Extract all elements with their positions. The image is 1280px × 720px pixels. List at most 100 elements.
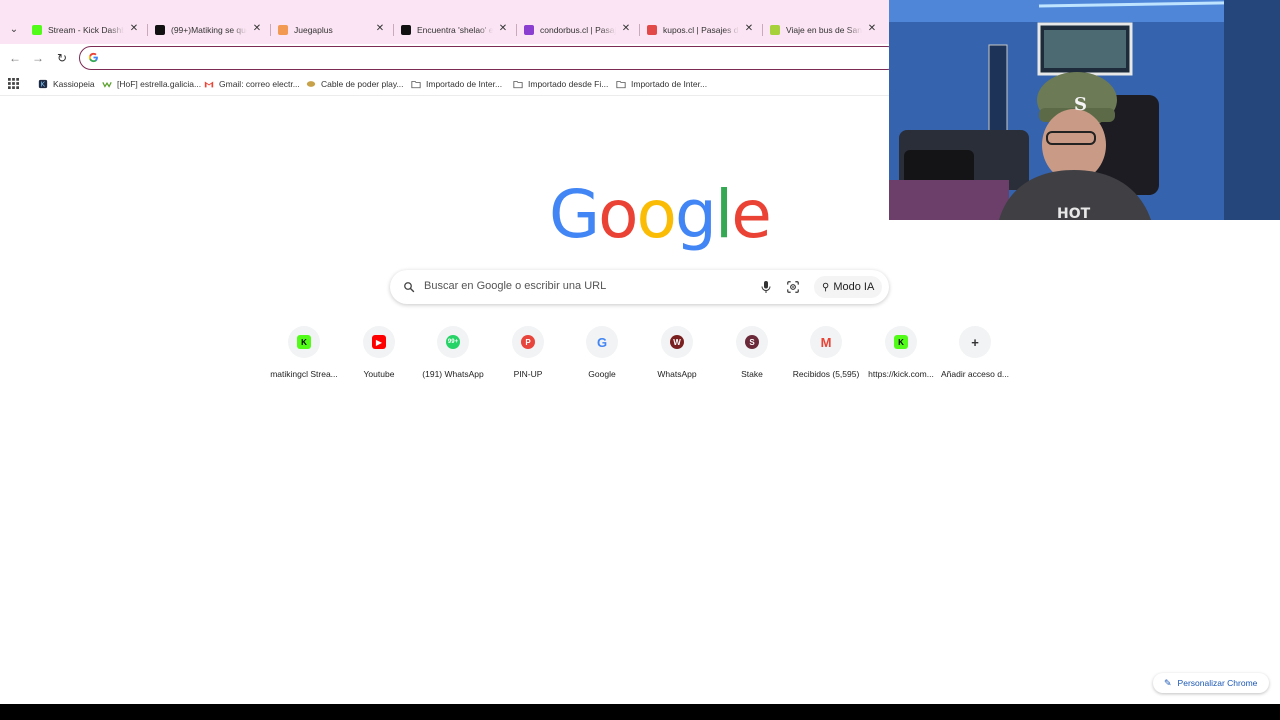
close-icon[interactable]: ✕ xyxy=(743,23,755,34)
tab-separator xyxy=(762,24,763,36)
kick-icon: K xyxy=(894,335,908,349)
search-placeholder: Buscar en Google o escribir una URL xyxy=(424,280,607,292)
bookmark-item[interactable]: [HoF] estrella.galicia... xyxy=(102,77,201,91)
microphone-icon[interactable] xyxy=(760,280,772,294)
shortcut-tile[interactable]: S Stake xyxy=(714,326,790,384)
bookmark-label: [HoF] estrella.galicia... xyxy=(117,79,202,89)
browser-tab[interactable]: Juegaplus ✕ xyxy=(278,19,386,41)
close-icon[interactable]: ✕ xyxy=(620,23,632,34)
folder-icon xyxy=(616,81,626,89)
close-icon[interactable]: ✕ xyxy=(128,23,140,34)
reload-button[interactable]: ↻ xyxy=(55,51,69,65)
hof-icon xyxy=(102,81,112,88)
svg-text:S: S xyxy=(1074,94,1087,115)
shortcut-icon-circle: K xyxy=(288,326,320,358)
ai-mode-label: Modo IA xyxy=(833,281,875,293)
bookmark-item[interactable]: Gmail: correo electr... xyxy=(204,77,300,91)
shortcut-label: Google xyxy=(588,369,616,379)
shortcut-tile[interactable]: W WhatsApp xyxy=(639,326,715,384)
bus-icon xyxy=(770,25,780,35)
browser-tab[interactable]: condorbus.cl | Pasajes ✕ xyxy=(524,19,632,41)
close-icon[interactable]: ✕ xyxy=(866,23,878,34)
shortcut-icon-circle: W xyxy=(661,326,693,358)
product-icon xyxy=(306,81,316,87)
tiktok-icon xyxy=(401,25,411,35)
bookmark-item[interactable]: Importado de Inter... xyxy=(616,77,707,91)
kick-icon: K xyxy=(297,335,311,349)
close-icon[interactable]: ✕ xyxy=(497,23,509,34)
browser-tab[interactable]: kupos.cl | Pasajes de bus ✕ xyxy=(647,19,755,41)
bookmark-item[interactable]: Cable de poder play... xyxy=(306,77,404,91)
tab-title: Viaje en bus de Santiago xyxy=(786,25,862,35)
shortcut-icon-circle: ▶ xyxy=(363,326,395,358)
logo-letter: e xyxy=(731,176,772,253)
shortcut-tile[interactable]: ▶ Youtube xyxy=(341,326,417,384)
pinup-icon: P xyxy=(521,335,535,349)
bookmark-item[interactable]: Importado de Inter... xyxy=(411,77,502,91)
bookmark-label: Importado desde Fi... xyxy=(528,79,609,89)
customize-chrome-button[interactable]: ✎ Personalizar Chrome xyxy=(1153,673,1269,693)
forward-button[interactable]: → xyxy=(31,51,45,65)
tab-title: Juegaplus xyxy=(294,25,333,35)
kassiopeia-icon: K xyxy=(38,79,48,89)
gmail-icon xyxy=(204,81,214,88)
shortcut-tile[interactable]: Kmatikingcl Strea... xyxy=(266,326,342,384)
close-icon[interactable]: ✕ xyxy=(251,23,263,34)
logo-letter: o xyxy=(598,176,638,253)
tab-separator xyxy=(147,24,148,36)
shortcut-icon-circle: K xyxy=(885,326,917,358)
tab-separator xyxy=(516,24,517,36)
tab-search-button[interactable]: ⌄ xyxy=(6,21,22,37)
plus-icon: + xyxy=(971,334,979,350)
shortcut-tile[interactable]: Khttps://kick.com... xyxy=(863,326,939,384)
bottom-bar xyxy=(0,704,1280,720)
letter-w-icon: W xyxy=(670,335,684,349)
folder-icon xyxy=(513,81,523,89)
whatsapp-icon: 99+ xyxy=(446,335,460,349)
tab-separator xyxy=(270,24,271,36)
kupos-icon xyxy=(647,25,657,35)
gmail-icon: M xyxy=(820,334,832,350)
bookmark-label: Importado de Inter... xyxy=(426,79,503,89)
bookmark-label: Kassiopeia xyxy=(53,79,95,89)
browser-tab[interactable]: Stream - Kick Dashboard ✕ xyxy=(32,19,140,41)
bookmark-label: Gmail: correo electr... xyxy=(219,79,300,89)
shortcut-tile[interactable]: G Google xyxy=(564,326,640,384)
shortcut-icon-circle: G xyxy=(586,326,618,358)
address-bar[interactable] xyxy=(79,46,899,70)
shortcut-icon-circle: M xyxy=(810,326,842,358)
bookmark-item[interactable]: K Kassiopeia xyxy=(38,77,95,91)
tab-title: condorbus.cl | Pasajes xyxy=(540,25,616,35)
chevron-down-icon: ⌄ xyxy=(9,23,19,35)
customize-chrome-label: Personalizar Chrome xyxy=(1177,678,1258,688)
svg-text:K: K xyxy=(41,81,46,89)
shortcut-label: Recibidos (5,595) xyxy=(792,369,860,379)
search-box[interactable]: Buscar en Google o escribir una URL ⚲ Mo… xyxy=(390,270,889,304)
juegaplus-icon xyxy=(278,25,288,35)
tab-separator xyxy=(393,24,394,36)
apps-grid-icon[interactable] xyxy=(8,78,19,89)
browser-tab[interactable]: Viaje en bus de Santiago ✕ xyxy=(770,19,878,41)
shortcut-label: Añadir acceso d... xyxy=(940,369,1010,379)
add-shortcut-button[interactable]: + Añadir acceso d... xyxy=(937,326,1013,384)
bookmark-item[interactable]: Importado desde Fi... xyxy=(513,77,608,91)
shortcut-icon-circle: + xyxy=(959,326,991,358)
shortcut-label: PIN-UP xyxy=(513,369,543,379)
shortcut-icon-circle: S xyxy=(736,326,768,358)
google-lens-icon[interactable] xyxy=(786,280,800,294)
back-button[interactable]: ← xyxy=(8,51,22,65)
ai-mode-button[interactable]: ⚲ Modo IA xyxy=(814,276,883,298)
reload-icon: ↻ xyxy=(56,51,68,65)
shortcut-tile[interactable]: M Recibidos (5,595) xyxy=(788,326,864,384)
search-icon xyxy=(404,282,415,293)
browser-tab[interactable]: (99+)Matiking se queda ✕ xyxy=(155,19,263,41)
google-icon xyxy=(88,52,98,63)
browser-tab[interactable]: Encuentra 'shelao' en TikTok ✕ xyxy=(401,19,509,41)
shortcut-tile[interactable]: 99+ (191) WhatsApp xyxy=(415,326,491,384)
logo-letter: l xyxy=(714,176,733,253)
webcam-overlay: HOT S xyxy=(889,0,1280,220)
close-icon[interactable]: ✕ xyxy=(374,23,386,34)
condorbus-icon xyxy=(524,25,534,35)
shortcut-tile[interactable]: P PIN-UP xyxy=(490,326,566,384)
google-icon: G xyxy=(596,334,608,350)
